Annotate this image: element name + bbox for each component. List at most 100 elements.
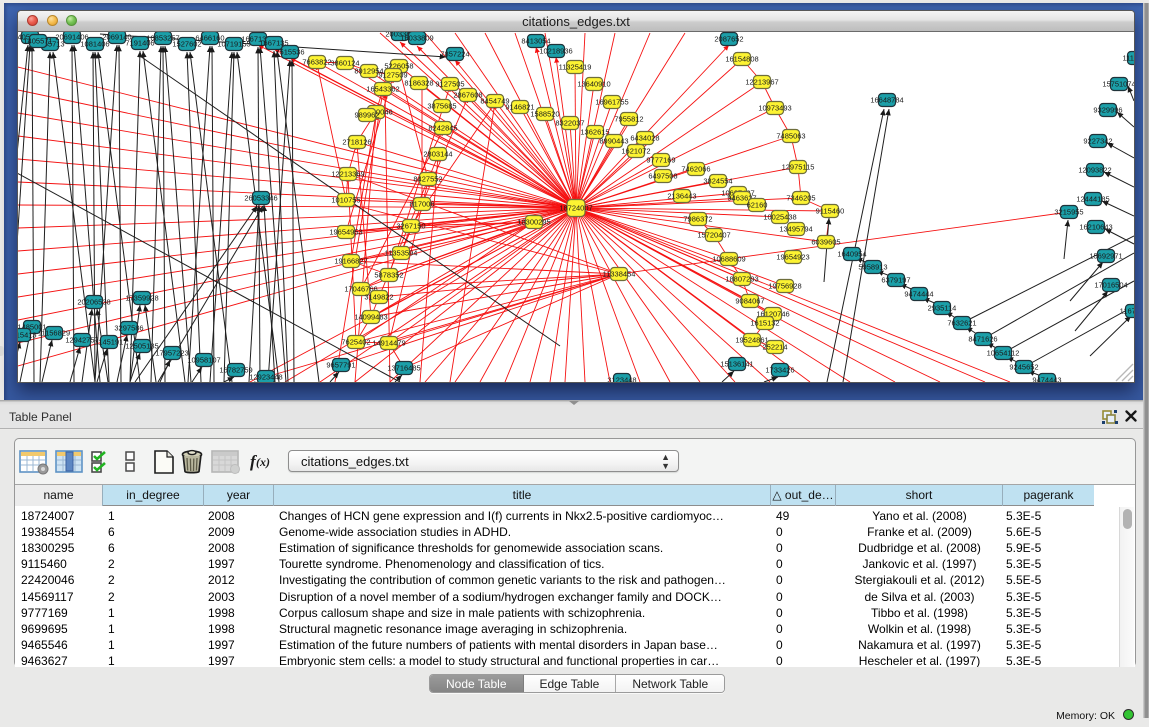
svg-text:11325419: 11325419 (559, 63, 592, 72)
svg-text:989962: 989962 (354, 111, 379, 120)
svg-text:12942757: 12942757 (65, 336, 98, 345)
svg-text:5958913: 5958913 (858, 263, 887, 272)
svg-text:817006: 817006 (409, 200, 434, 209)
svg-text:1615132: 1615132 (750, 319, 779, 328)
svg-text:12923448: 12923448 (249, 373, 282, 382)
svg-text:16154808: 16154808 (725, 55, 758, 64)
svg-text:1145191: 1145191 (95, 338, 124, 347)
svg-text:6039605: 6039605 (811, 238, 840, 247)
svg-text:3123448: 3123448 (607, 376, 636, 383)
svg-text:16782759: 16782759 (219, 366, 252, 375)
svg-text:20206538: 20206538 (77, 298, 110, 307)
svg-text:3149822: 3149822 (364, 293, 393, 302)
svg-text:62160: 62160 (747, 201, 768, 210)
svg-text:7346205: 7346205 (786, 194, 815, 203)
svg-text:10654112: 10654112 (987, 349, 1020, 358)
svg-text:16210643: 16210643 (1079, 223, 1112, 232)
svg-text:17359928: 17359928 (125, 294, 158, 303)
svg-text:1621072: 1621072 (621, 147, 650, 156)
svg-text:18724007: 18724007 (559, 204, 592, 213)
svg-text:17016504: 17016504 (1094, 281, 1127, 290)
svg-text:12213369: 12213369 (331, 170, 364, 179)
svg-text:3875685: 3875685 (427, 102, 456, 111)
svg-text:2867608: 2867608 (453, 91, 482, 100)
svg-text:8413054: 8413054 (521, 37, 550, 46)
svg-text:19756928: 19756928 (768, 282, 801, 291)
svg-text:2136443: 2136443 (667, 192, 696, 201)
svg-text:12975115: 12975115 (782, 163, 815, 172)
svg-text:9245652: 9245652 (1009, 363, 1038, 372)
svg-text:13495794: 13495794 (779, 225, 812, 234)
svg-text:10973493: 10973493 (758, 104, 791, 113)
svg-text:6379197: 6379197 (881, 276, 910, 285)
svg-text:8242845: 8242845 (428, 124, 457, 133)
svg-text:18300295: 18300295 (517, 218, 550, 227)
svg-text:19654953: 19654953 (329, 228, 362, 237)
svg-text:9657791: 9657791 (326, 361, 355, 370)
svg-text:2087652: 2087652 (714, 35, 743, 44)
svg-text:7485063: 7485063 (776, 132, 805, 141)
svg-text:1588520: 1588520 (530, 110, 559, 119)
svg-text:11353594: 11353594 (385, 249, 418, 258)
svg-text:14099483: 14099483 (354, 313, 387, 322)
svg-text:3915413: 3915413 (18, 331, 37, 340)
svg-text:(x): (x) (256, 455, 270, 469)
svg-text:17957223: 17957223 (155, 349, 188, 358)
svg-text:7857224: 7857224 (440, 50, 469, 59)
svg-text:12505135: 12505135 (125, 342, 158, 351)
svg-text:1010755: 1010755 (331, 196, 360, 205)
svg-text:8990443: 8990443 (599, 137, 628, 146)
svg-text:2718126: 2718126 (342, 138, 371, 147)
svg-text:6497508: 6497508 (648, 172, 677, 181)
svg-text:15720407: 15720407 (697, 231, 730, 240)
svg-text:8471626: 8471626 (968, 335, 997, 344)
svg-text:16648784: 16648784 (870, 96, 903, 105)
svg-text:10218936: 10218936 (539, 47, 572, 56)
svg-text:13716485: 13716485 (387, 364, 420, 373)
svg-text:16961755: 16961755 (595, 98, 628, 107)
svg-text:5878352: 5878352 (374, 271, 403, 280)
svg-text:15751074: 15751074 (1102, 80, 1134, 89)
svg-text:12444185: 12444185 (1076, 195, 1109, 204)
svg-text:11338454: 11338454 (603, 270, 636, 279)
svg-text:3824554: 3824554 (703, 177, 732, 186)
svg-text:13640910: 13640910 (577, 80, 610, 89)
svg-text:2803144: 2803144 (423, 150, 452, 159)
svg-text:15136141: 15136141 (720, 360, 753, 369)
svg-text:9227342: 9227342 (1083, 137, 1112, 146)
svg-text:10025438: 10025438 (763, 213, 796, 222)
svg-text:9084067: 9084067 (735, 297, 764, 306)
svg-text:6434028: 6434028 (630, 134, 659, 143)
svg-text:3267150: 3267150 (396, 222, 425, 231)
svg-text:1405571: 1405571 (23, 37, 52, 46)
svg-text:7515536: 7515536 (275, 48, 304, 57)
svg-text:9115460: 9115460 (816, 207, 845, 216)
svg-text:1640954: 1640954 (837, 250, 866, 259)
svg-text:3215955: 3215955 (1054, 208, 1083, 217)
svg-text:16033809: 16033809 (400, 34, 433, 43)
svg-text:3297586: 3297586 (114, 324, 143, 333)
svg-text:19654923: 19654923 (776, 253, 809, 262)
svg-text:16543362: 16543362 (366, 85, 399, 94)
svg-text:26053346: 26053346 (244, 194, 277, 203)
svg-text:9329996: 9329996 (1093, 106, 1122, 115)
svg-text:9777169: 9777169 (646, 156, 675, 165)
svg-text:14914479: 14914479 (372, 339, 405, 348)
svg-text:8186328: 8186328 (404, 79, 433, 88)
svg-text:8427552: 8427552 (413, 175, 442, 184)
svg-text:1167534: 1167534 (1120, 307, 1134, 316)
svg-text:10958107: 10958107 (187, 356, 220, 365)
svg-text:1112111: 1112111 (1123, 54, 1134, 63)
svg-text:7663822: 7663822 (302, 58, 331, 67)
svg-text:7632621: 7632621 (947, 319, 976, 328)
svg-text:18807293: 18807293 (725, 275, 758, 284)
svg-text:9474443: 9474443 (1032, 376, 1061, 383)
svg-text:19166827: 19166827 (334, 257, 367, 266)
svg-text:2935114: 2935114 (928, 304, 957, 313)
svg-text:7462066: 7462066 (681, 165, 710, 174)
svg-text:15692971: 15692971 (1089, 252, 1122, 261)
svg-text:10688609: 10688609 (712, 255, 745, 264)
svg-text:252214: 252214 (762, 343, 787, 352)
svg-text:12093822: 12093822 (1078, 166, 1111, 175)
svg-text:12213967: 12213967 (745, 78, 778, 87)
